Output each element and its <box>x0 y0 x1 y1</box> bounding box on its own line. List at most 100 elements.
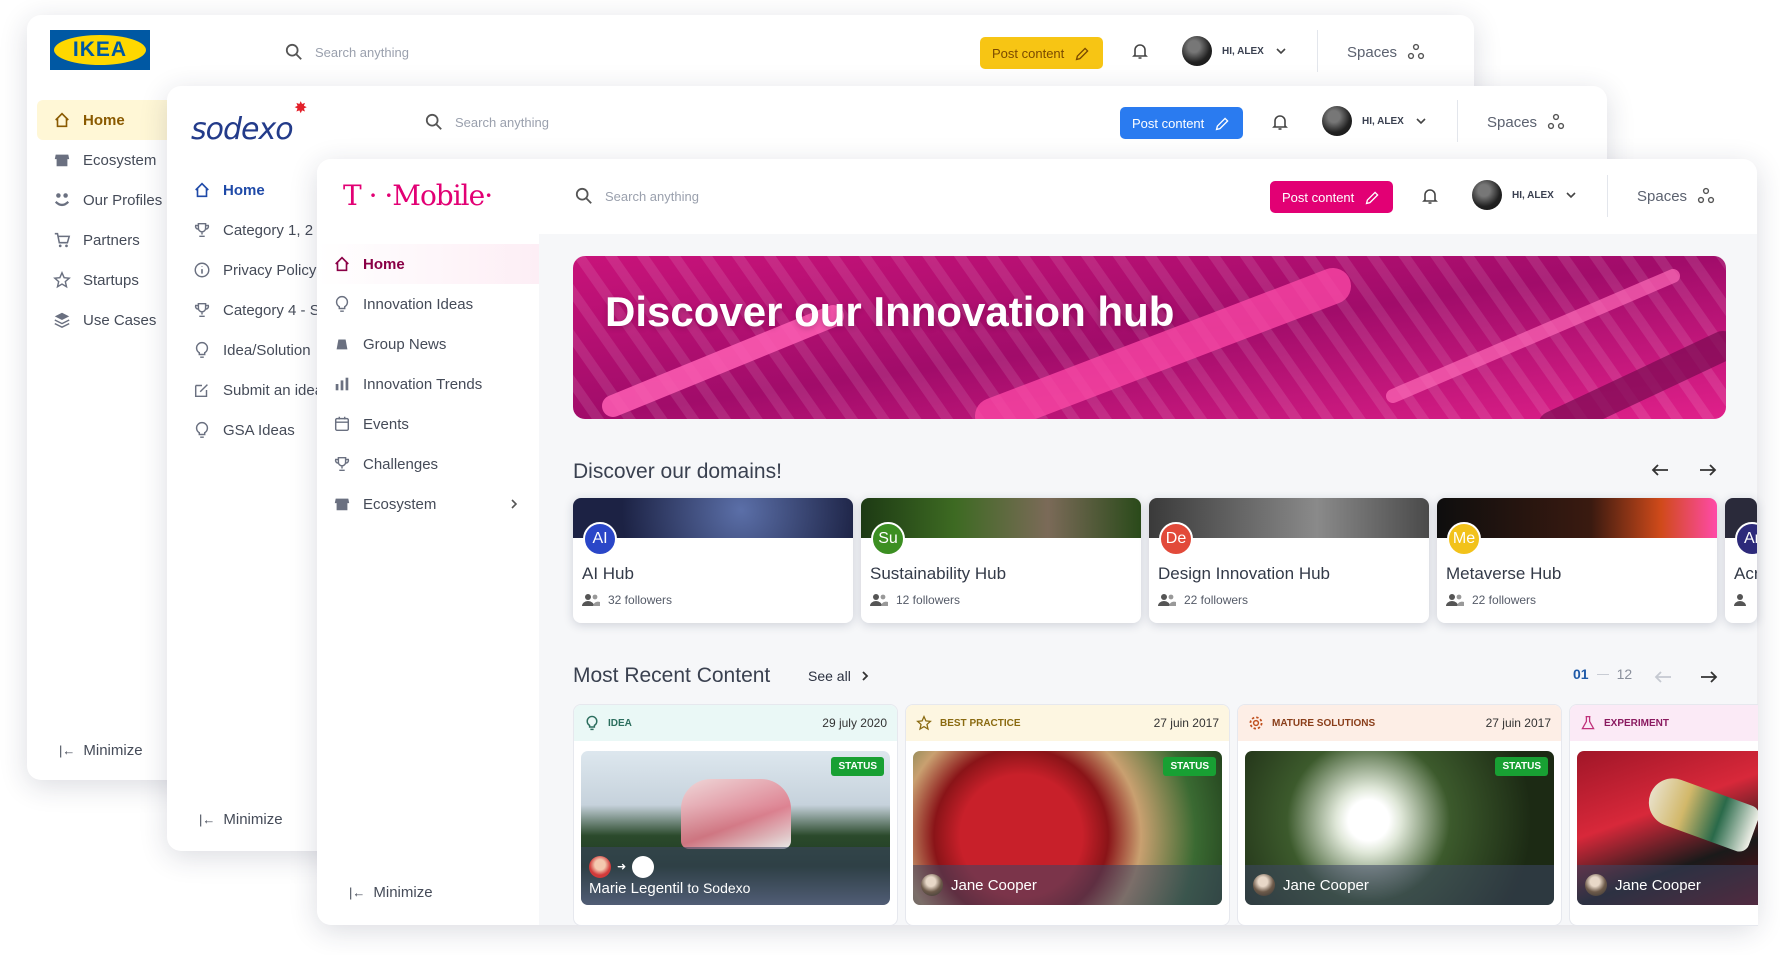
status-badge: STATUS <box>1163 757 1216 776</box>
nav-label: Ecosystem <box>363 495 437 513</box>
ikea-logo-text: IKEA <box>72 38 128 61</box>
content-card[interactable]: MATURE SOLUTIONS 27 juin 2017 STATUS Jan… <box>1237 704 1562 926</box>
spaces-icon <box>1407 43 1425 60</box>
sodexo-post-content-button[interactable]: Post content <box>1120 107 1244 139</box>
sodexo-nav-submit-idea[interactable]: Submit an idea <box>177 370 327 410</box>
cart-icon <box>54 232 71 248</box>
ikea-nav-ecosystem[interactable]: Ecosystem <box>37 140 177 180</box>
sodexo-spaces-button[interactable]: Spaces <box>1487 113 1565 131</box>
nav-label: Home <box>223 181 265 199</box>
ikea-spaces-button[interactable]: Spaces <box>1347 43 1425 61</box>
search-icon <box>285 43 302 60</box>
author-line: Marie Legentil to Sodexo <box>589 880 750 897</box>
content-card[interactable]: BEST PRACTICE 27 juin 2017 STATUS Jane C… <box>905 704 1230 926</box>
sodexo-minimize-button[interactable]: |← Minimize <box>199 811 283 828</box>
lightbulb-icon <box>195 421 209 438</box>
tmobile-user-menu[interactable]: HI, ALEX <box>1472 180 1578 210</box>
nav-label: Privacy Policy & <box>223 261 331 279</box>
divider <box>1457 100 1458 142</box>
author-name: Jane Cooper <box>1283 876 1369 894</box>
recent-next-button[interactable] <box>1694 662 1724 692</box>
bell-icon[interactable] <box>1270 112 1290 132</box>
tmobile-post-content-button[interactable]: Post content <box>1270 181 1394 213</box>
nav-label: Our Profiles <box>83 191 163 209</box>
sodexo-nav-home[interactable]: Home <box>177 170 327 210</box>
card-type: EXPERIMENT <box>1604 717 1670 729</box>
arrow-right-icon: ➜ <box>617 861 627 873</box>
domains-next-button[interactable] <box>1688 455 1728 485</box>
sodexo-user-menu[interactable]: HI, ALEX <box>1322 106 1428 136</box>
trophy-icon <box>334 456 350 472</box>
tmobile-nav-challenges[interactable]: Challenges <box>317 444 539 484</box>
bell-icon[interactable] <box>1130 41 1150 61</box>
bar-chart-icon <box>335 377 349 391</box>
collapse-icon: |← <box>59 743 76 758</box>
domain-badge: De <box>1159 522 1193 556</box>
lightbulb-icon <box>335 295 349 312</box>
sodexo-nav-category-1[interactable]: Category 1, 2 & <box>177 210 327 250</box>
ikea-nav-use-cases[interactable]: Use Cases <box>37 300 177 340</box>
user-greeting: HI, ALEX <box>1512 189 1554 201</box>
ikea-nav-partners[interactable]: Partners <box>37 220 177 260</box>
pencil-icon <box>1075 46 1089 60</box>
tmobile-nav-group-news[interactable]: Group News <box>317 324 539 364</box>
hero-banner[interactable]: Discover our Innovation hub <box>573 256 1726 419</box>
sodexo-nav-category-4[interactable]: Category 4 - Sp <box>177 290 329 330</box>
card-author-bar: Jane Cooper <box>1577 865 1758 905</box>
domain-badge: Su <box>871 522 905 556</box>
ikea-search[interactable]: Search anything <box>285 43 409 61</box>
ikea-sidebar: Home Ecosystem Our Profiles Partners Sta… <box>37 100 177 340</box>
nav-label: Use Cases <box>83 311 157 329</box>
recent-prev-button[interactable] <box>1648 662 1678 692</box>
hero-background <box>573 256 1726 419</box>
ikea-nav-startups[interactable]: Startups <box>37 260 177 300</box>
home-icon <box>195 182 209 198</box>
domain-card[interactable]: Ar Acr <box>1725 498 1757 623</box>
sodexo-nav-privacy[interactable]: Privacy Policy & <box>177 250 331 290</box>
domain-card[interactable]: Me Metaverse Hub 22 followers <box>1437 498 1717 623</box>
content-card[interactable]: IDEA 29 july 2020 STATUS ➜ Marie Legenti… <box>573 704 898 926</box>
tmobile-nav-events[interactable]: Events <box>317 404 539 444</box>
ikea-nav-our-profiles[interactable]: Our Profiles <box>37 180 177 220</box>
tmobile-nav-ecosystem[interactable]: Ecosystem <box>317 484 539 524</box>
ikea-user-menu[interactable]: HI, ALEX <box>1182 36 1288 66</box>
tmobile-spaces-button[interactable]: Spaces <box>1637 187 1715 205</box>
sodexo-logo[interactable]: sodexo ✸ <box>191 98 311 148</box>
ikea-nav-home[interactable]: Home <box>37 100 177 140</box>
card-date: 27 juin 2017 <box>1485 716 1551 730</box>
domain-card[interactable]: De Design Innovation Hub 22 followers <box>1149 498 1429 623</box>
domain-card[interactable]: AI AI Hub 32 followers <box>573 498 853 623</box>
tmobile-search[interactable]: Search anything <box>575 187 699 205</box>
author-name: Jane Cooper <box>1615 876 1701 894</box>
chevron-down-icon <box>1276 48 1286 55</box>
bell-icon[interactable] <box>1420 186 1440 206</box>
post-content-label: Post content <box>992 45 1065 61</box>
see-all-link[interactable]: See all <box>808 668 871 684</box>
page-current: 01 <box>1573 666 1589 682</box>
avatar <box>1472 180 1502 210</box>
card-header: IDEA 29 july 2020 <box>574 705 897 741</box>
store-icon <box>334 498 350 511</box>
tmobile-nav-home[interactable]: Home <box>317 244 539 284</box>
ikea-minimize-button[interactable]: |← Minimize <box>59 742 143 759</box>
tmobile-nav-innovation-ideas[interactable]: Innovation Ideas <box>317 284 539 324</box>
content-card[interactable]: EXPERIMENT Jane Cooper <box>1569 704 1758 926</box>
ikea-logo[interactable]: IKEA <box>50 30 150 70</box>
tmobile-nav-innovation-trends[interactable]: Innovation Trends <box>317 364 539 404</box>
sodexo-nav-gsa-ideas[interactable]: GSA Ideas <box>177 410 327 450</box>
ikea-post-content-button[interactable]: Post content <box>980 37 1104 69</box>
sodexo-search[interactable]: Search anything <box>425 113 549 131</box>
nav-label: Category 4 - Sp <box>223 301 329 319</box>
search-icon <box>425 113 442 130</box>
tmobile-logo[interactable]: T · ·Mobile· <box>343 179 493 212</box>
sodexo-nav-idea-solution[interactable]: Idea/Solution <box>177 330 327 370</box>
page-total: 12 <box>1616 666 1633 682</box>
domains-prev-button[interactable] <box>1640 455 1680 485</box>
domain-card[interactable]: Su Sustainability Hub 12 followers <box>861 498 1141 623</box>
card-author-bar: ➜ Marie Legentil to Sodexo <box>581 847 890 905</box>
card-header: EXPERIMENT <box>1570 705 1758 741</box>
tmobile-minimize-button[interactable]: |← Minimize <box>349 884 433 901</box>
collapse-icon: |← <box>349 885 366 900</box>
domains-title: Discover our domains! <box>573 460 782 483</box>
nav-label: Challenges <box>363 455 439 473</box>
